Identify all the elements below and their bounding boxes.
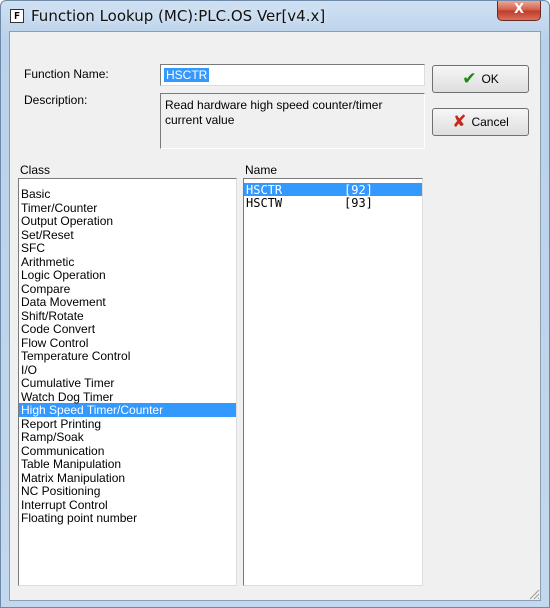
checkmark-icon: ✔ <box>462 68 477 89</box>
class-item[interactable]: Table Manipulation <box>19 457 236 471</box>
class-item[interactable]: Communication <box>19 444 236 458</box>
class-item[interactable]: Code Convert <box>19 322 236 336</box>
description-text: Read hardware high speed counter/timer c… <box>160 93 425 149</box>
class-item[interactable]: Report Printing <box>19 417 236 431</box>
function-name-text: HSCTW <box>246 196 283 210</box>
class-item[interactable]: Logic Operation <box>19 268 236 282</box>
window-title: Function Lookup (MC):PLC.OS Ver[v4.x] <box>31 7 326 25</box>
class-item[interactable]: Data Movement <box>19 295 236 309</box>
cancel-button[interactable]: ✘ Cancel <box>432 108 529 136</box>
class-item[interactable]: Arithmetic <box>19 255 236 269</box>
class-item[interactable]: Temperature Control <box>19 349 236 363</box>
function-name-text: HSCTR <box>246 183 283 197</box>
class-item[interactable]: Ramp/Soak <box>19 430 236 444</box>
class-item[interactable]: Output Operation <box>19 214 236 228</box>
class-item[interactable]: Flow Control <box>19 336 236 350</box>
class-item[interactable]: Cumulative Timer <box>19 376 236 390</box>
class-listbox[interactable]: Basic Timer/Counter Output Operation Set/Re… <box>18 178 237 586</box>
cancel-x-icon: ✘ <box>452 111 467 132</box>
close-icon: X <box>513 2 525 17</box>
ok-label: OK <box>481 72 499 86</box>
class-item[interactable]: NC Positioning <box>19 484 236 498</box>
ok-button[interactable]: ✔ OK <box>432 65 529 93</box>
description-label: Description: <box>24 93 88 107</box>
dialog-body: Function Name: HSCTR Description: Read h… <box>9 31 541 601</box>
function-name-field[interactable]: HSCTR <box>160 64 425 86</box>
class-item[interactable]: Compare <box>19 282 236 296</box>
class-item[interactable]: Basic <box>19 187 236 201</box>
class-item[interactable]: High Speed Timer/Counter <box>19 403 236 417</box>
title-bar[interactable]: F Function Lookup (MC):PLC.OS Ver[v4.x] … <box>1 1 549 31</box>
name-listbox[interactable]: HSCTR [92] HSCTW [93] <box>243 178 423 586</box>
function-name-value: HSCTR <box>164 68 210 82</box>
class-item[interactable]: Interrupt Control <box>19 498 236 512</box>
function-code-text: [93] <box>344 196 373 210</box>
class-header: Class <box>20 163 51 177</box>
function-name-label: Function Name: <box>24 67 109 81</box>
function-name-item[interactable]: HSCTR [92] <box>244 183 422 197</box>
name-header: Name <box>245 163 278 177</box>
close-button[interactable]: X <box>497 1 541 21</box>
class-item[interactable]: Timer/Counter <box>19 201 236 215</box>
class-item[interactable]: SFC <box>19 241 236 255</box>
resize-grip-icon[interactable] <box>528 588 540 600</box>
class-item[interactable]: Floating point number <box>19 511 236 525</box>
class-item[interactable]: I/O <box>19 363 236 377</box>
app-icon: F <box>10 9 24 23</box>
function-name-item[interactable]: HSCTW [93] <box>244 196 422 210</box>
function-lookup-window: F Function Lookup (MC):PLC.OS Ver[v4.x] … <box>0 0 550 608</box>
cancel-label: Cancel <box>471 115 509 129</box>
class-item[interactable]: Watch Dog Timer <box>19 390 236 404</box>
class-item[interactable]: Shift/Rotate <box>19 309 236 323</box>
function-code-text: [92] <box>344 183 373 197</box>
class-item[interactable]: Set/Reset <box>19 228 236 242</box>
class-item[interactable]: Matrix Manipulation <box>19 471 236 485</box>
